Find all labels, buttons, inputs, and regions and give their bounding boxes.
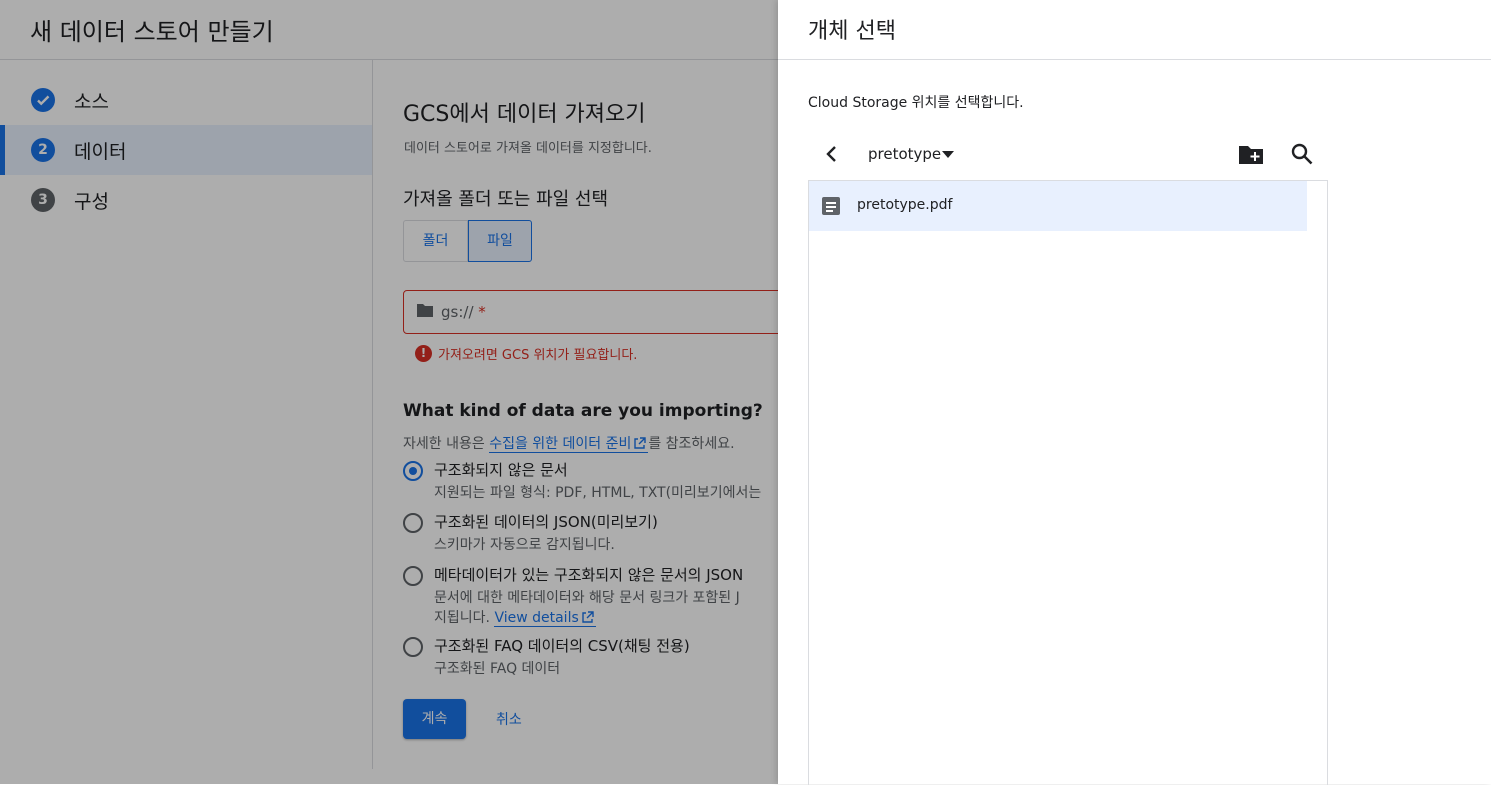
file-list: pretotype.pdf bbox=[808, 180, 1328, 785]
file-row[interactable]: pretotype.pdf bbox=[809, 181, 1307, 231]
file-name: pretotype.pdf bbox=[857, 197, 953, 213]
panel-title: 개체 선택 bbox=[808, 19, 896, 44]
object-picker-panel: 개체 선택 Cloud Storage 위치를 선택합니다. pretotype… bbox=[778, 0, 1491, 785]
create-folder-icon[interactable] bbox=[1238, 143, 1264, 169]
modal-scrim[interactable] bbox=[0, 0, 778, 784]
back-arrow-icon[interactable] bbox=[822, 144, 842, 164]
bucket-selector[interactable]: pretotype bbox=[868, 145, 941, 163]
panel-header: 개체 선택 bbox=[778, 0, 1491, 60]
search-icon[interactable] bbox=[1290, 142, 1314, 170]
caret-down-icon[interactable] bbox=[942, 151, 954, 158]
document-icon bbox=[822, 197, 840, 215]
panel-description: Cloud Storage 위치를 선택합니다. bbox=[808, 95, 1024, 111]
